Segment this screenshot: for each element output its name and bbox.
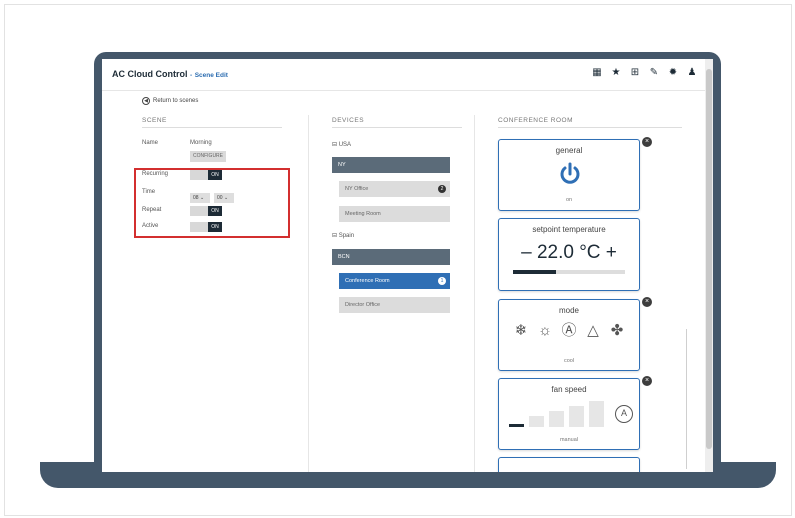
drop-icon[interactable]: △ [586, 322, 601, 340]
fan-speed-bars[interactable] [509, 401, 609, 427]
scene-column-header: SCENE [142, 117, 167, 124]
toolbar: ▦ ★ ⊞ ✎ ✹ ♟ [592, 67, 697, 79]
close-icon[interactable]: × [642, 137, 652, 147]
fan-speed-card[interactable]: fan speed A manual [498, 378, 640, 450]
panel-edge [686, 329, 687, 469]
group-title-label: Spain [338, 233, 355, 239]
device-item-label: Conference Room [345, 278, 390, 284]
app-header: AC Cloud Control - Scene Edit ▦ ★ ⊞ ✎ ✹ … [102, 59, 713, 91]
highlight-box [134, 168, 290, 238]
fan-icon[interactable]: ✤ [610, 322, 625, 340]
close-icon[interactable]: × [642, 376, 652, 386]
fan-speed-bar[interactable] [549, 411, 564, 427]
group-title-usa[interactable]: ⊟ USA [332, 141, 351, 148]
general-card[interactable]: general on [498, 139, 640, 211]
collapse-icon: ⊟ [332, 142, 339, 148]
star-icon[interactable]: ★ [611, 67, 621, 79]
column-divider [474, 115, 475, 472]
fan-speed-bar[interactable] [589, 401, 604, 427]
configure-button[interactable]: CONFIGURE [190, 151, 226, 162]
sun-icon[interactable]: ☼ [538, 322, 553, 340]
fan-speed-bar[interactable] [529, 416, 544, 427]
scene-rule [142, 127, 282, 128]
mode-card[interactable]: mode ❄ ☼ Ⓐ △ ✤ cool [498, 299, 640, 371]
location-bar-ny[interactable]: NY [332, 157, 450, 173]
devices-column-header: DEVICES [332, 117, 365, 124]
card-title: general [555, 146, 583, 155]
next-card[interactable] [498, 457, 640, 472]
card-status: cool [563, 358, 575, 364]
back-link[interactable]: ◀ Return to scenes [142, 97, 198, 105]
user-icon[interactable]: ♟ [687, 67, 697, 79]
close-icon[interactable]: × [642, 297, 652, 307]
gear-icon[interactable]: ✹ [668, 67, 678, 79]
device-item[interactable]: Director Office [339, 297, 450, 313]
room-rule [498, 127, 682, 128]
device-count-badge: 2 [438, 185, 446, 193]
app-title: AC Cloud Control - Scene Edit [112, 69, 228, 79]
setpoint-value: 22.0 °C [536, 242, 601, 263]
device-item-label: Director Office [345, 302, 381, 308]
card-title: mode [558, 306, 579, 315]
dashboard-icon[interactable]: ▦ [592, 67, 602, 79]
calendar-grid-icon[interactable]: ⊞ [630, 67, 640, 79]
back-link-label: Return to scenes [153, 98, 199, 104]
scrollbar[interactable] [705, 59, 713, 472]
device-item-label: NY Office [345, 186, 369, 192]
decrease-button[interactable]: – [521, 242, 532, 263]
device-item-label: Meeting Room [345, 211, 381, 217]
setpoint-card[interactable]: setpoint temperature – 22.0 °C + [498, 218, 640, 291]
device-count-badge: 1 [438, 277, 446, 285]
auto-icon[interactable]: Ⓐ [562, 322, 577, 340]
card-status: on [565, 197, 573, 203]
fan-auto-icon[interactable]: A [615, 405, 633, 423]
card-status: manual [559, 437, 579, 443]
devices-rule [332, 127, 462, 128]
title-separator: - [190, 72, 193, 79]
setpoint-slider[interactable] [513, 270, 625, 274]
name-value[interactable]: Morning [190, 140, 212, 146]
name-label: Name [142, 140, 159, 146]
column-divider [308, 115, 309, 472]
device-item-active[interactable]: Conference Room 1 [339, 273, 450, 289]
device-item[interactable]: Meeting Room [339, 206, 450, 222]
power-icon[interactable] [558, 162, 582, 186]
setpoint-slider-fill [513, 270, 556, 274]
scroll-thumb[interactable] [706, 69, 712, 449]
app-name: AC Cloud Control [112, 69, 188, 79]
collapse-icon: ⊟ [332, 233, 339, 239]
fan-speed-bar[interactable] [569, 406, 584, 427]
fan-speed-bar[interactable] [509, 424, 524, 427]
page-subtitle: Scene Edit [194, 72, 228, 79]
snowflake-icon[interactable]: ❄ [514, 322, 529, 340]
card-title: fan speed [551, 385, 587, 394]
device-item[interactable]: NY Office 2 [339, 181, 450, 197]
group-title-label: USA [338, 142, 352, 148]
group-title-spain[interactable]: ⊟ Spain [332, 232, 354, 239]
back-arrow-icon: ◀ [142, 97, 150, 105]
location-bar-bcn[interactable]: BCN [332, 249, 450, 265]
room-column-header: CONFERENCE ROOM [498, 117, 574, 124]
wrench-icon[interactable]: ✎ [649, 67, 659, 79]
laptop-screen: AC Cloud Control - Scene Edit ▦ ★ ⊞ ✎ ✹ … [102, 59, 713, 472]
card-title: setpoint temperature [532, 225, 606, 234]
setpoint-display: – 22.0 °C + [499, 242, 639, 264]
mode-options: ❄ ☼ Ⓐ △ ✤ [499, 322, 639, 340]
increase-button[interactable]: + [606, 242, 617, 263]
